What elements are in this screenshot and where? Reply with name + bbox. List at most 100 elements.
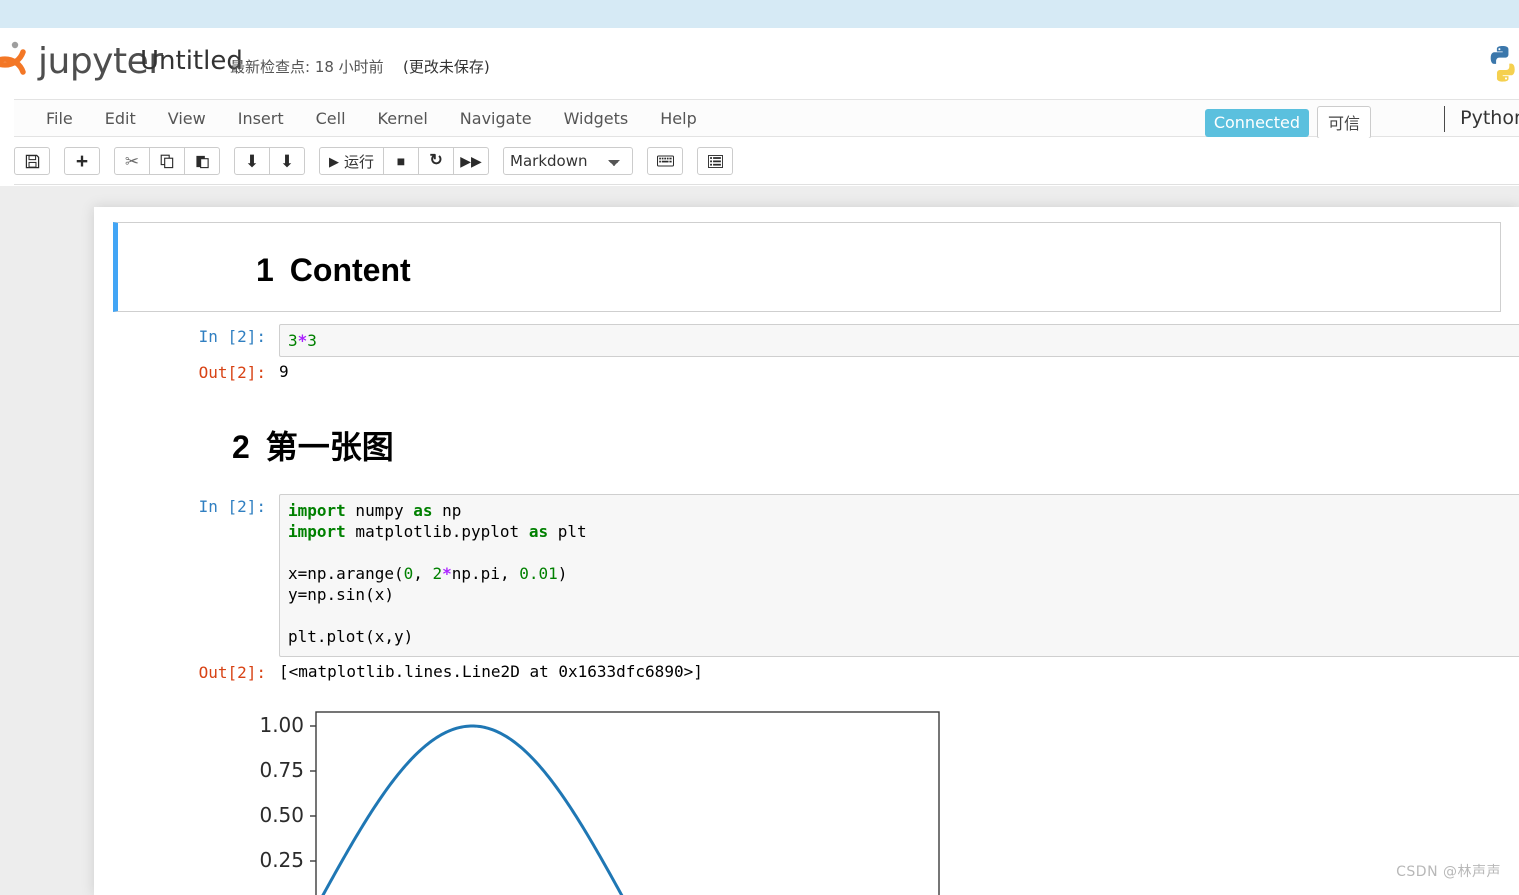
output-row-2: Out[2]: [<matplotlib.lines.Line2D at 0x1… [182, 660, 703, 682]
kernel-divider [1444, 106, 1445, 132]
run-cell-button[interactable]: ▶ 运行 [319, 147, 385, 175]
add-icon: + [75, 149, 89, 173]
output-text-2: [<matplotlib.lines.Line2D at 0x1633dfc68… [279, 662, 703, 681]
restart-icon: ↻ [429, 152, 443, 169]
jupyter-logo-icon [0, 41, 26, 75]
y-tick-label-1: 1.00 [259, 713, 304, 737]
insert-cell-below-button[interactable]: + [64, 147, 100, 175]
save-icon [25, 154, 39, 168]
move-cell-down-button[interactable]: ⬇ [269, 147, 305, 175]
toolbar-group-move: ⬇ ⬇ [234, 147, 305, 175]
menu-navigate[interactable]: Navigate [444, 102, 548, 135]
code-txt-2d: plt [548, 522, 587, 541]
cut-cell-button[interactable]: ✂ [114, 147, 150, 175]
output-prompt-2: Out[2]: [198, 663, 266, 682]
table-of-contents-button[interactable] [697, 147, 734, 175]
paste-cell-button[interactable] [184, 147, 220, 175]
y-tick-label-4: 0.25 [259, 848, 304, 872]
menu-file[interactable]: File [30, 102, 89, 135]
play-icon: ▶ [329, 153, 339, 169]
toolbar-group-save [14, 147, 50, 175]
kernel-status-group: Connected 可信 [1204, 106, 1371, 139]
input-prompt-1: In [2]: [198, 327, 266, 346]
code-kw-as-2: as [528, 522, 549, 541]
code-num-4g: 0.01 [519, 564, 558, 583]
code-cell-2: In [2]: import numpy as np import matplo… [182, 494, 1519, 657]
arrow-up-icon: ⬇ [244, 151, 260, 171]
code-kw-import-2: import [288, 522, 346, 541]
menu-help[interactable]: Help [644, 102, 712, 135]
menubar: File Edit View Insert Cell Kernel Naviga… [14, 99, 1519, 139]
heading-1-text: Content [289, 252, 411, 288]
python-logo-icon [1490, 46, 1515, 82]
code-cell-1: In [2]: 3*3 [182, 324, 1519, 357]
y-tick-label-3: 0.50 [259, 803, 304, 827]
menu-insert[interactable]: Insert [222, 102, 300, 135]
menu-cell[interactable]: Cell [300, 102, 362, 135]
toc-icon [707, 154, 723, 168]
run-label: 运行 [344, 152, 375, 171]
restart-kernel-button[interactable]: ↻ [418, 147, 455, 175]
toolbar-group-toc [697, 147, 734, 175]
csdn-watermark: CSDN @林声声 [1396, 864, 1501, 880]
output-prompt-1: Out[2]: [198, 363, 266, 382]
code-txt-7: plt.plot(x,y) [288, 627, 414, 646]
toolbar-inner: + ✂ ⬇ ⬇ ▶ 运行 ■ ↻ ▶▶ Markdown [14, 138, 1519, 184]
checkpoint-status: 最新检查点: 18 小时前 [230, 58, 384, 76]
menu-edit[interactable]: Edit [89, 102, 152, 135]
arrow-down-icon: ⬇ [279, 151, 295, 171]
toolbar-group-insert: + [64, 147, 100, 175]
connection-status-badge[interactable]: Connected [1204, 108, 1309, 137]
code-op-4e: * [442, 564, 452, 583]
toolbar-group-keyboard [647, 147, 684, 175]
sine-plot-svg: 1.00 0.75 0.50 0.25 [259, 711, 940, 895]
code-input-1[interactable]: 3*3 [279, 324, 1519, 357]
markdown-cell-content[interactable]: 1 Content [113, 222, 1501, 312]
markdown-cell-heading-2[interactable]: 2 第一张图 [232, 422, 394, 468]
code-txt-4h: ) [557, 564, 568, 583]
menu-kernel[interactable]: Kernel [362, 102, 444, 135]
code-txt-5: y=np.sin(x) [288, 585, 394, 604]
code-kw-as-1: as [413, 501, 433, 520]
toolbar: + ✂ ⬇ ⬇ ▶ 运行 ■ ↻ ▶▶ Markdown [14, 138, 1519, 185]
heading-1: 1 Content [256, 252, 411, 289]
code-txt-2b: matplotlib.pyplot [345, 522, 529, 541]
keyboard-icon [656, 155, 674, 167]
browser-top-strip [0, 0, 1519, 28]
notebook-container: 1 Content In [2]: 3*3 Out[2]: 9 2 第一张图 In … [94, 207, 1519, 895]
input-prompt-2: In [2]: [198, 497, 266, 516]
code-num-4b: 0 [403, 564, 414, 583]
unsaved-status: (更改未保存) [403, 58, 490, 76]
trust-status-badge[interactable]: 可信 [1316, 106, 1371, 139]
stop-icon: ■ [396, 153, 406, 169]
y-tick-label-2: 0.75 [259, 758, 304, 782]
restart-run-all-button[interactable]: ▶▶ [453, 147, 490, 175]
heading-2-text: 第一张图 [265, 429, 394, 465]
code-txt-4f: np.pi, [451, 564, 520, 583]
menu-widgets[interactable]: Widgets [548, 102, 645, 135]
code-txt-1b: numpy [345, 501, 414, 520]
copy-icon [160, 154, 173, 168]
cut-icon: ✂ [124, 151, 140, 171]
code-txt-4a: x=np.arange( [288, 564, 404, 583]
toolbar-group-edit: ✂ [114, 147, 220, 175]
output-text-1: 9 [279, 362, 289, 381]
command-palette-button[interactable] [647, 147, 684, 175]
jupyter-logo[interactable]: jupyter [0, 38, 163, 86]
heading-2-number: 2 [232, 429, 250, 465]
code-input-2[interactable]: import numpy as np import matplotlib.pyp… [279, 494, 1519, 657]
kernel-name-label[interactable]: Python [1460, 107, 1519, 129]
copy-cell-button[interactable] [149, 147, 185, 175]
notebook-header: jupyter Untitled 最新检查点: 18 小时前 (更改未保存) [0, 28, 1519, 99]
code-kw-import-1: import [288, 501, 346, 520]
save-button[interactable] [14, 147, 50, 175]
menu-view[interactable]: View [152, 102, 222, 135]
interrupt-kernel-button[interactable]: ■ [383, 147, 420, 175]
move-cell-up-button[interactable]: ⬇ [234, 147, 270, 175]
toolbar-group-run: ▶ 运行 ■ ↻ ▶▶ [319, 147, 490, 175]
matplotlib-figure-output: 1.00 0.75 0.50 0.25 [247, 697, 1047, 895]
paste-icon [195, 155, 209, 168]
cell-type-select[interactable]: CodeMarkdownRaw NBConvertHeading [503, 147, 634, 175]
notebook-title[interactable]: Untitled [140, 46, 243, 76]
output-row-1: Out[2]: 9 [182, 360, 289, 382]
